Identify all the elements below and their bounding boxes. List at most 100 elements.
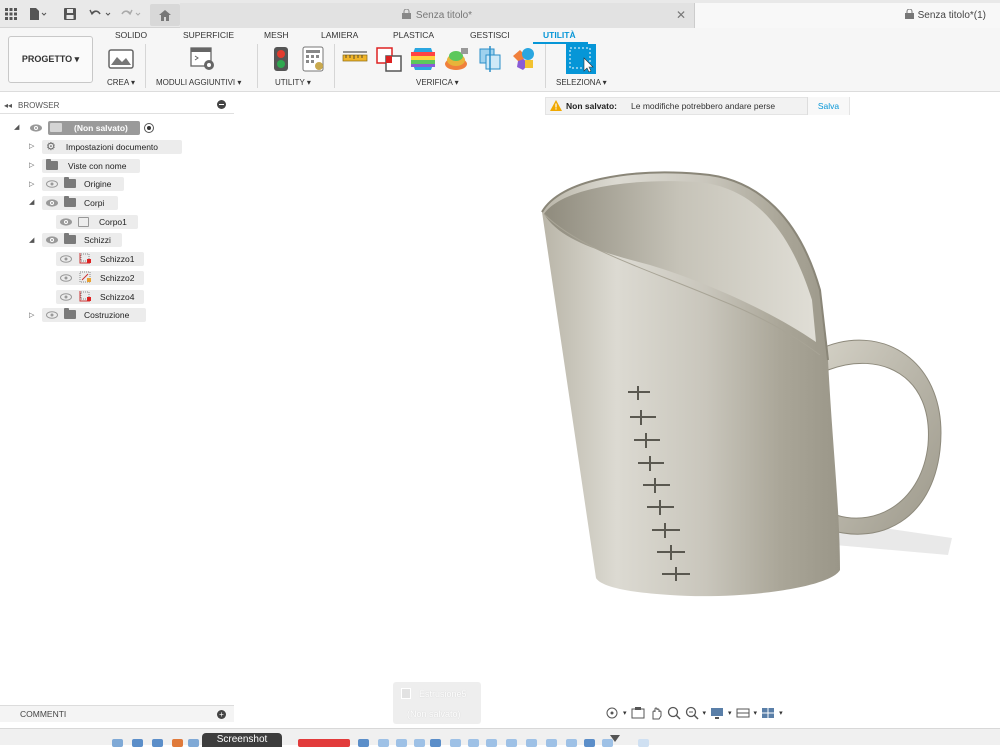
collapse-panel-icon[interactable]: ◂◂ <box>4 101 12 110</box>
scripts-addins-icon[interactable] <box>190 46 216 72</box>
tree-item-schizzi[interactable]: Schizzi <box>42 232 122 247</box>
timeline-feature-icon[interactable] <box>506 739 517 747</box>
visibility-eye-icon[interactable] <box>60 217 72 226</box>
expand-toggle-icon[interactable]: ▷ <box>29 142 34 150</box>
visibility-hidden-eye-icon[interactable] <box>46 310 58 319</box>
tree-item-corpi[interactable]: Corpi <box>42 195 118 210</box>
zoom-dropdown-icon[interactable]: ▾ <box>703 709 707 717</box>
timeline-feature-icon[interactable] <box>430 739 441 747</box>
utility-dropdown[interactable]: UTILITY ▾ <box>275 78 311 87</box>
moduli-aggiuntivi-dropdown[interactable]: MODULI AGGIUNTIVI ▾ <box>156 78 241 87</box>
timeline-feature-icon[interactable] <box>546 739 557 747</box>
timeline-feature-icon[interactable] <box>132 739 143 747</box>
close-tab-icon[interactable]: ✕ <box>676 8 686 22</box>
tree-item-pill[interactable]: Schizzo2 <box>56 270 144 285</box>
tab-gestisci[interactable]: GESTISCI <box>470 30 510 40</box>
display-settings-icon[interactable] <box>710 706 724 720</box>
grid-dropdown-icon[interactable]: ▾ <box>754 709 758 717</box>
home-icon[interactable] <box>150 4 180 26</box>
timeline-feature-icon[interactable] <box>358 739 369 747</box>
pan-icon[interactable] <box>649 706 663 720</box>
timeline-feature-icon[interactable] <box>450 739 461 747</box>
apps-grid-icon[interactable] <box>4 5 18 23</box>
tab-mesh[interactable]: MESH <box>264 30 289 40</box>
model-viewport[interactable] <box>500 160 970 610</box>
save-button[interactable]: Salva <box>807 97 849 115</box>
timeline-feature-icon[interactable] <box>172 739 183 747</box>
draft-analysis-icon[interactable] <box>444 46 470 72</box>
tree-item-corpo1[interactable]: Corpo1 <box>56 214 138 229</box>
redo-icon[interactable] <box>118 5 144 23</box>
visibility-eye-icon[interactable] <box>46 235 58 244</box>
verifica-dropdown[interactable]: VERIFICA ▾ <box>416 78 459 87</box>
visibility-eye-icon[interactable] <box>46 198 58 207</box>
orbit-dropdown-icon[interactable]: ▾ <box>623 709 627 717</box>
viewports-dropdown-icon[interactable]: ▾ <box>779 709 783 717</box>
expand-toggle-icon[interactable]: ▷ <box>29 161 34 169</box>
tree-item-pill[interactable]: Schizzi <box>42 232 122 247</box>
save-icon[interactable] <box>63 5 77 23</box>
tree-item-impostazioni[interactable]: ⚙ Impostazioni documento <box>42 139 182 154</box>
zebra-analysis-icon[interactable] <box>410 46 436 72</box>
tab-plastica[interactable]: PLASTICA <box>393 30 434 40</box>
timeline-feature-icon[interactable] <box>468 739 479 747</box>
activate-radio-icon[interactable] <box>144 122 154 133</box>
add-comment-icon[interactable]: + <box>217 710 226 719</box>
tree-item-pill[interactable]: Schizzo4 <box>56 289 144 304</box>
timeline-feature-icon[interactable] <box>414 739 425 747</box>
minimize-panel-icon[interactable] <box>217 100 226 109</box>
tab-superficie[interactable]: SUPERFICIE <box>183 30 234 40</box>
crea-dropdown[interactable]: CREA ▾ <box>107 78 135 87</box>
expand-toggle-icon[interactable]: ▷ <box>29 311 34 319</box>
timeline-feature-icon[interactable] <box>602 739 613 747</box>
document-tab[interactable]: Senza titolo* ✕ <box>180 3 695 28</box>
tree-item-pill[interactable]: Origine <box>42 176 124 191</box>
timeline-feature-icon[interactable] <box>566 739 577 747</box>
tree-item-viste[interactable]: Viste con nome <box>42 158 140 173</box>
timeline-feature-icon[interactable] <box>378 739 389 747</box>
measure-icon[interactable] <box>342 46 368 72</box>
fit-icon[interactable] <box>685 706 699 720</box>
progetto-button[interactable]: PROGETTO ▾ <box>8 36 93 83</box>
traffic-light-icon[interactable] <box>268 46 294 72</box>
interference-icon[interactable] <box>376 46 402 72</box>
visibility-eye-icon[interactable] <box>30 123 42 132</box>
zoom-icon[interactable] <box>667 706 681 720</box>
expand-toggle-icon[interactable]: ◢ <box>29 236 34 244</box>
tab-lamiera[interactable]: LAMIERA <box>321 30 358 40</box>
tree-item-origine[interactable]: Origine <box>42 176 124 191</box>
expand-toggle-icon[interactable]: ◢ <box>14 123 19 131</box>
grid-settings-icon[interactable] <box>736 706 750 720</box>
file-menu-icon[interactable] <box>28 5 48 23</box>
expand-toggle-icon[interactable]: ◢ <box>29 198 34 206</box>
section-analysis-icon[interactable] <box>477 46 503 72</box>
calculator-icon[interactable] <box>300 46 326 72</box>
timeline-feature-icon[interactable] <box>152 739 163 747</box>
active-document-tab[interactable]: Senza titolo*(1) <box>695 3 1000 28</box>
timeline-feature-icon[interactable] <box>486 739 497 747</box>
display-dropdown-icon[interactable]: ▾ <box>728 709 732 717</box>
tab-utilita[interactable]: UTILITÀ <box>543 30 576 40</box>
visibility-hidden-eye-icon[interactable] <box>60 292 72 301</box>
timeline-feature-icon[interactable] <box>112 739 123 747</box>
root-node[interactable]: (Non salvato) <box>48 120 140 135</box>
timeline-feature-group[interactable] <box>298 739 350 747</box>
orbit-icon[interactable] <box>605 706 619 720</box>
select-icon[interactable] <box>566 44 596 74</box>
visibility-hidden-eye-icon[interactable] <box>60 254 72 263</box>
tree-item-pill[interactable]: Viste con nome <box>42 158 140 173</box>
look-at-icon[interactable] <box>631 706 645 720</box>
tree-item-schizzo4[interactable]: Schizzo4 <box>56 289 144 304</box>
visibility-hidden-eye-icon[interactable] <box>60 273 72 282</box>
timeline-feature-icon[interactable] <box>526 739 537 747</box>
seleziona-dropdown[interactable]: SELEZIONA ▾ <box>556 78 607 87</box>
tree-item-root[interactable]: (Non salvato) <box>30 120 154 135</box>
tree-item-costruzione[interactable]: Costruzione <box>42 307 146 322</box>
expand-toggle-icon[interactable]: ▷ <box>29 180 34 188</box>
tab-solido[interactable]: SOLIDO <box>115 30 147 40</box>
tree-item-schizzo2[interactable]: Schizzo2 <box>56 270 144 285</box>
timeline-feature-icon[interactable] <box>584 739 595 747</box>
component-color-icon[interactable] <box>510 46 536 72</box>
viewports-icon[interactable] <box>761 706 775 720</box>
timeline-feature-icon[interactable] <box>396 739 407 747</box>
